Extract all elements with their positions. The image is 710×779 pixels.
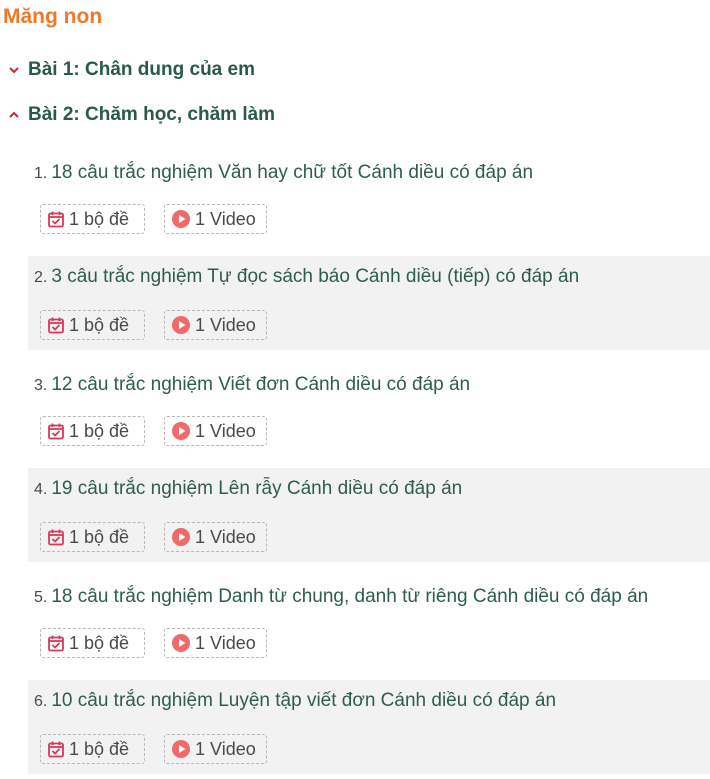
quiz-set-button[interactable]: 1 bộ đề [40, 734, 145, 764]
lesson-2-label: Bài 2: Chăm học, chăm làm [28, 104, 276, 125]
quiz-count: 1 bộ đề [69, 420, 130, 441]
item-title-link[interactable]: 19 câu trắc nghiệm Lên rẫy Cánh diều có … [51, 478, 462, 499]
play-circle-icon [172, 210, 190, 228]
section-title: Măng non [3, 5, 103, 28]
play-circle-icon [172, 422, 190, 440]
quiz-set-button[interactable]: 1 bộ đề [40, 628, 145, 658]
quiz-set-button[interactable]: 1 bộ đề [40, 522, 145, 552]
video-count: 1 Video [195, 208, 256, 229]
video-button[interactable]: 1 Video [164, 628, 267, 658]
item-title-link[interactable]: 18 câu trắc nghiệm Danh từ chung, danh t… [51, 586, 648, 607]
item-title-link[interactable]: 3 câu trắc nghiệm Tự đọc sách báo Cánh d… [51, 266, 579, 287]
list-item-5: 5. 18 câu trắc nghiệm Danh từ chung, danh… [28, 584, 710, 678]
item-title[interactable]: 4. 19 câu trắc nghiệm Lên rẫy Cánh diều c… [34, 478, 462, 500]
video-count: 1 Video [195, 420, 256, 441]
item-number: 4. [34, 481, 48, 498]
calendar-check-icon [48, 741, 64, 758]
item-number: 6. [34, 693, 48, 710]
play-circle-icon [172, 634, 190, 652]
quiz-set-button[interactable]: 1 bộ đề [40, 416, 145, 446]
calendar-check-icon [48, 317, 64, 334]
chevron-down-icon [9, 67, 19, 74]
quiz-count: 1 bộ đề [69, 632, 130, 653]
lesson-2-toggle[interactable]: Bài 2: Chăm học, chăm làm [7, 104, 275, 126]
list-item-6: 6. 10 câu trắc nghiệm Luyện tập viết đơn … [28, 680, 710, 774]
play-circle-icon [172, 740, 190, 758]
list-item-1: 1. 18 câu trắc nghiệm Văn hay chữ tốt Cán… [28, 160, 710, 254]
item-title-link[interactable]: 18 câu trắc nghiệm Văn hay chữ tốt Cánh … [51, 162, 533, 183]
chevron-up-icon [9, 111, 19, 118]
lesson-1-label: Bài 1: Chân dung của em [28, 59, 255, 80]
list-item-4: 4. 19 câu trắc nghiệm Lên rẫy Cánh diều c… [28, 468, 710, 562]
item-title-link[interactable]: 12 câu trắc nghiệm Viết đơn Cánh diều có… [51, 374, 470, 395]
item-title[interactable]: 2. 3 câu trắc nghiệm Tự đọc sách báo Cánh… [34, 266, 579, 288]
video-count: 1 Video [195, 738, 256, 759]
quiz-set-button[interactable]: 1 bộ đề [40, 310, 145, 340]
video-count: 1 Video [195, 632, 256, 653]
calendar-check-icon [48, 529, 64, 546]
quiz-count: 1 bộ đề [69, 208, 130, 229]
calendar-check-icon [48, 423, 64, 440]
item-number: 2. [34, 269, 48, 286]
video-button[interactable]: 1 Video [164, 416, 267, 446]
calendar-check-icon [48, 635, 64, 652]
item-number: 5. [34, 589, 48, 606]
item-number: 3. [34, 377, 48, 394]
item-title[interactable]: 5. 18 câu trắc nghiệm Danh từ chung, danh… [34, 586, 648, 608]
video-button[interactable]: 1 Video [164, 310, 267, 340]
play-circle-icon [172, 316, 190, 334]
quiz-count: 1 bộ đề [69, 738, 130, 759]
item-title[interactable]: 6. 10 câu trắc nghiệm Luyện tập viết đơn … [34, 690, 556, 712]
list-item-3: 3. 12 câu trắc nghiệm Viết đơn Cánh diều … [28, 372, 710, 466]
video-button[interactable]: 1 Video [164, 734, 267, 764]
item-title[interactable]: 1. 18 câu trắc nghiệm Văn hay chữ tốt Cán… [34, 162, 533, 184]
quiz-count: 1 bộ đề [69, 526, 130, 547]
video-button[interactable]: 1 Video [164, 204, 267, 234]
lesson-1-toggle[interactable]: Bài 1: Chân dung của em [7, 59, 255, 81]
item-title-link[interactable]: 10 câu trắc nghiệm Luyện tập viết đơn Cá… [51, 690, 556, 711]
list-item-2: 2. 3 câu trắc nghiệm Tự đọc sách báo Cánh… [28, 256, 710, 350]
item-number: 1. [34, 165, 48, 182]
video-count: 1 Video [195, 526, 256, 547]
quiz-count: 1 bộ đề [69, 314, 130, 335]
quiz-set-button[interactable]: 1 bộ đề [40, 204, 145, 234]
play-circle-icon [172, 528, 190, 546]
calendar-check-icon [48, 211, 64, 228]
item-title[interactable]: 3. 12 câu trắc nghiệm Viết đơn Cánh diều … [34, 374, 470, 396]
video-count: 1 Video [195, 314, 256, 335]
video-button[interactable]: 1 Video [164, 522, 267, 552]
